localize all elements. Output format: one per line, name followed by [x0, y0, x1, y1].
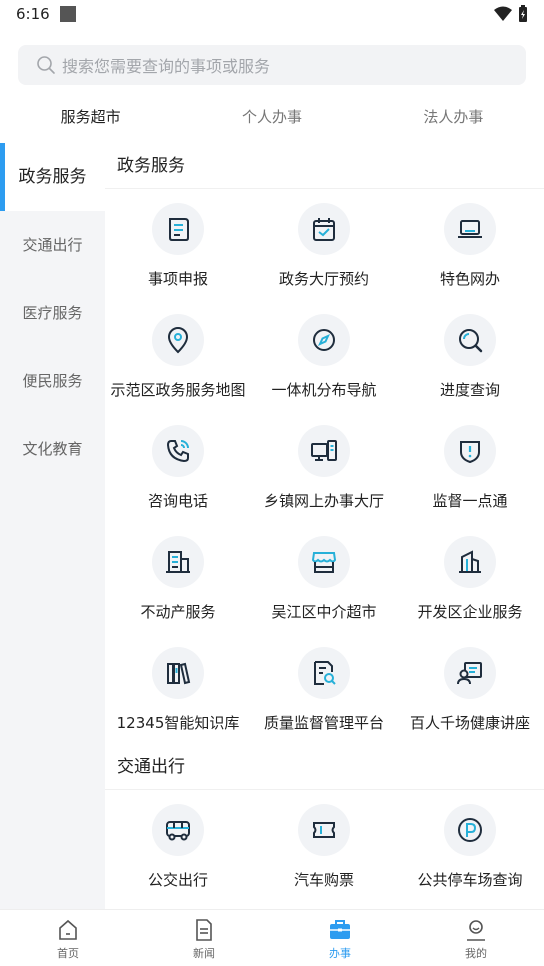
search-icon: [444, 314, 496, 366]
service-label: 不动产服务: [140, 603, 216, 621]
service-item[interactable]: 汽车购票: [251, 790, 397, 901]
section-title: 交通出行: [105, 744, 544, 790]
service-label: 示范区政务服务地图: [110, 381, 246, 399]
service-label: 百人千场健康讲座: [409, 714, 530, 732]
office-tower-icon: [444, 536, 496, 588]
service-item[interactable]: 吴江区中介超市: [251, 522, 397, 633]
tab-service-market[interactable]: 服务超市: [0, 98, 181, 136]
document-search-icon: [298, 647, 350, 699]
service-label: 一体机分布导航: [271, 381, 377, 399]
sidebar: 政务服务 交通出行 医疗服务 便民服务 文化教育: [0, 143, 105, 909]
service-grid: 事项申报 政务大厅预约 特色网办 示范区政务服务地图 一体机分布导航 进度查询 …: [105, 189, 544, 744]
service-item[interactable]: 监督一点通: [397, 411, 543, 522]
service-label: 公交出行: [147, 871, 208, 889]
section-title: 政务服务: [105, 143, 544, 189]
service-label: 政务大厅预约: [278, 270, 369, 288]
books-icon: [152, 647, 204, 699]
building-icon: [152, 536, 204, 588]
service-item[interactable]: 事项申报: [105, 189, 251, 300]
service-label: 事项申报: [147, 270, 208, 288]
service-label: 监督一点通: [432, 492, 508, 510]
service-label: 汽车购票: [293, 871, 354, 889]
search-input[interactable]: 搜索您需要查询的事项或服务: [18, 45, 526, 85]
service-item[interactable]: 示范区政务服务地图: [105, 300, 251, 411]
bus-icon: [152, 804, 204, 856]
scroll-icon: [152, 203, 204, 255]
nav-label: 新闻: [193, 947, 215, 960]
service-item[interactable]: 公共停车场查询: [397, 790, 543, 901]
service-label: 进度查询: [439, 381, 500, 399]
service-label: 咨询电话: [147, 492, 208, 510]
nav-services[interactable]: 办事: [272, 910, 408, 966]
sidebar-item-traffic[interactable]: 交通出行: [0, 211, 105, 279]
nav-mine[interactable]: 我的: [408, 910, 544, 966]
service-label: 特色网办: [439, 270, 500, 288]
ticket-icon: [298, 804, 350, 856]
service-item[interactable]: 进度查询: [397, 300, 543, 411]
nav-home[interactable]: 首页: [0, 910, 136, 966]
service-item[interactable]: 政务大厅预约: [251, 189, 397, 300]
top-tabs: 服务超市 个人办事 法人办事: [0, 98, 544, 136]
store-icon: [298, 536, 350, 588]
laptop-icon: [444, 203, 496, 255]
nav-label: 我的: [465, 947, 487, 960]
service-item[interactable]: 不动产服务: [105, 522, 251, 633]
service-label: 乡镇网上办事大厅: [263, 492, 384, 510]
shield-alert-icon: [444, 425, 496, 477]
user-icon: [467, 920, 485, 941]
sidebar-item-medical[interactable]: 医疗服务: [0, 279, 105, 347]
bottom-nav: 首页 新闻 办事 我的: [0, 909, 544, 966]
service-item[interactable]: 乡镇网上办事大厅: [251, 411, 397, 522]
status-time: 6:16: [16, 5, 50, 23]
service-item[interactable]: 一体机分布导航: [251, 300, 397, 411]
sidebar-item-government[interactable]: 政务服务: [0, 143, 105, 211]
sidebar-item-label: 医疗服务: [22, 304, 83, 322]
sidebar-item-label: 交通出行: [22, 236, 83, 254]
home-icon: [59, 919, 77, 940]
service-item[interactable]: 12345智能知识库: [105, 633, 251, 744]
status-bar: 6:16: [0, 0, 544, 30]
news-icon: [196, 919, 212, 941]
map-pin-icon: [152, 314, 204, 366]
service-grid: 公交出行 汽车购票 公共停车场查询: [105, 790, 544, 901]
service-item[interactable]: 咨询电话: [105, 411, 251, 522]
service-item[interactable]: 百人千场健康讲座: [397, 633, 543, 744]
notification-icon: [60, 6, 76, 22]
service-label: 质量监督管理平台: [263, 714, 384, 732]
parking-icon: [444, 804, 496, 856]
service-label: 吴江区中介超市: [271, 603, 377, 621]
lecture-icon: [444, 647, 496, 699]
nav-label: 首页: [57, 947, 79, 960]
search-placeholder: 搜索您需要查询的事项或服务: [62, 57, 271, 76]
sidebar-item-label: 文化教育: [22, 440, 83, 458]
briefcase-icon: [330, 920, 350, 939]
wifi-icon: [494, 6, 512, 21]
computer-icon: [298, 425, 350, 477]
active-indicator: [0, 143, 5, 211]
nav-label: 办事: [329, 947, 351, 960]
compass-icon: [298, 314, 350, 366]
service-item[interactable]: 开发区企业服务: [397, 522, 543, 633]
phone-icon: [152, 425, 204, 477]
service-label: 开发区企业服务: [417, 603, 523, 621]
nav-news[interactable]: 新闻: [136, 910, 272, 966]
main-content: 政务服务 事项申报 政务大厅预约 特色网办 示范区政务服务地图 一体机分布导航 …: [105, 143, 544, 909]
service-label: 12345智能知识库: [116, 714, 240, 732]
search-icon: [37, 56, 55, 74]
sidebar-item-convenience[interactable]: 便民服务: [0, 347, 105, 415]
sidebar-item-label: 政务服务: [18, 167, 87, 187]
calendar-check-icon: [298, 203, 350, 255]
service-item[interactable]: 质量监督管理平台: [251, 633, 397, 744]
tab-personal[interactable]: 个人办事: [181, 98, 362, 136]
status-right: [494, 5, 528, 23]
service-label: 公共停车场查询: [417, 871, 523, 889]
service-item[interactable]: 特色网办: [397, 189, 543, 300]
tab-legal-entity[interactable]: 法人办事: [363, 98, 544, 136]
battery-icon: [519, 5, 527, 22]
sidebar-item-label: 便民服务: [22, 372, 83, 390]
service-item[interactable]: 公交出行: [105, 790, 251, 901]
sidebar-item-culture[interactable]: 文化教育: [0, 415, 105, 483]
